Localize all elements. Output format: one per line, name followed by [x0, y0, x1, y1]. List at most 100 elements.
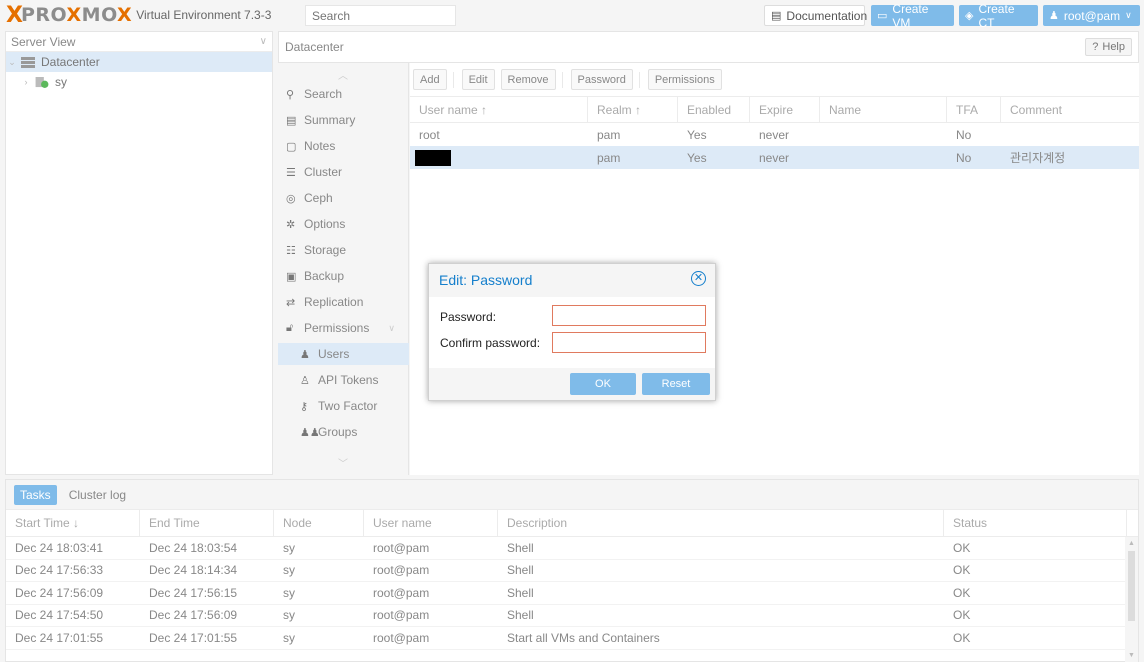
nav-item-users[interactable]: ♟ Users	[278, 343, 409, 365]
column-header-enabled[interactable]: Enabled	[678, 97, 750, 122]
confirm-password-field[interactable]	[552, 332, 706, 353]
create-ct-button[interactable]: ◈ Create CT	[959, 2, 1038, 30]
table-row[interactable]: root pam Yes never No	[410, 123, 1139, 146]
column-header-tfa[interactable]: TFA	[947, 97, 1001, 122]
toolbar-divider	[561, 71, 563, 88]
table-row[interactable]: Dec 24 17:01:55 Dec 24 17:01:55 sy root@…	[6, 627, 1138, 650]
cell-status: OK	[953, 630, 971, 645]
cell-user: root@pam	[373, 585, 430, 600]
ceph-icon: ◎	[286, 192, 296, 205]
tree-item-datacenter[interactable]: ⌄ Datacenter	[6, 52, 272, 72]
nav-label: Summary	[304, 113, 356, 127]
chevron-down-icon[interactable]: ∨	[388, 323, 395, 334]
nav-item-ceph[interactable]: ◎ Ceph	[278, 187, 409, 209]
permissions-button[interactable]: Permissions	[647, 69, 722, 90]
cell-node: sy	[283, 630, 295, 645]
tree-item-node-sy[interactable]: › sy	[6, 72, 272, 92]
nav-item-cluster[interactable]: ☰ Cluster	[278, 161, 409, 183]
cell-node: sy	[283, 563, 295, 578]
book-icon: ▤	[286, 114, 297, 127]
column-header-comment[interactable]: Comment	[1001, 97, 1139, 122]
close-icon[interactable]: ✕	[691, 271, 706, 286]
view-selector[interactable]: Server View ∨	[6, 32, 272, 52]
column-header-status[interactable]: Status	[944, 510, 1127, 536]
cube-icon: ◈	[965, 10, 974, 22]
nav-item-groups[interactable]: ♟♟ Groups	[278, 421, 409, 443]
password-button[interactable]: Password	[570, 69, 633, 90]
column-header-username[interactable]: User name ↑	[410, 97, 588, 122]
user-icon: ♟	[300, 348, 310, 361]
column-header-user-name[interactable]: User name	[364, 510, 498, 536]
remove-button[interactable]: Remove	[500, 69, 556, 90]
tasks-scrollbar[interactable]: ▲ ▼	[1125, 537, 1138, 662]
resource-tree-panel: Server View ∨ ⌄ Datacenter › sy	[5, 31, 273, 475]
column-header-realm[interactable]: Realm ↑	[588, 97, 678, 122]
cell-username	[410, 146, 588, 169]
ok-button[interactable]: OK	[570, 373, 636, 395]
table-row[interactable]: Dec 24 18:03:41 Dec 24 18:03:54 sy root@…	[6, 537, 1138, 560]
cell-comment: 관리자계정	[1010, 151, 1066, 165]
user-outline-icon: ♙	[300, 374, 310, 387]
tab-tasks[interactable]: Tasks	[14, 484, 57, 505]
column-header-node[interactable]: Node	[274, 510, 364, 536]
cell-expire: never	[759, 127, 790, 142]
cell-description: Start all VMs and Containers	[507, 630, 660, 645]
create-ct-label: Create CT	[978, 1, 1015, 30]
table-row[interactable]: Dec 24 17:56:09 Dec 24 17:56:15 sy root@…	[6, 582, 1138, 605]
table-row[interactable]: Dec 24 17:54:50 Dec 24 17:56:09 sy root@…	[6, 605, 1138, 627]
version-label: Virtual Environment 7.3-3	[136, 8, 272, 22]
cell-end-time: Dec 24 17:56:09	[149, 608, 238, 623]
nav-item-search[interactable]: ⚲ Search	[278, 83, 409, 105]
dialog-title: Edit: Password	[439, 272, 533, 288]
add-button[interactable]: Add	[413, 69, 447, 90]
cell-start-time: Dec 24 17:01:55	[15, 630, 104, 645]
server-icon: ☰	[286, 166, 296, 179]
cell-user: root@pam	[373, 563, 430, 578]
user-menu-label: root@pam	[1063, 8, 1121, 23]
expand-icon[interactable]: ›	[20, 77, 32, 87]
nav-item-permissions[interactable]: 🔓︎ Permissions ∨	[278, 317, 409, 339]
reset-button[interactable]: Reset	[642, 373, 710, 395]
column-header-name[interactable]: Name	[820, 97, 947, 122]
table-row[interactable]: Dec 24 17:56:33 Dec 24 18:14:34 sy root@…	[6, 560, 1138, 582]
nav-item-backup[interactable]: ▣ Backup	[278, 265, 409, 287]
edit-button[interactable]: Edit	[461, 69, 495, 90]
scroll-up-icon[interactable]: ▲	[1128, 540, 1135, 547]
tab-cluster-log[interactable]: Cluster log	[63, 485, 132, 505]
documentation-button[interactable]: ▤ Documentation	[764, 5, 867, 26]
scroll-down-icon[interactable]: ▼	[1128, 652, 1135, 659]
scroll-down-icon[interactable]: ﹀	[338, 455, 348, 470]
nav-item-storage[interactable]: ☷ Storage	[278, 239, 409, 261]
nav-label: Permissions	[304, 321, 370, 335]
column-header-description[interactable]: Description	[498, 510, 944, 536]
nav-item-options[interactable]: ✲ Options	[278, 213, 409, 235]
user-menu-button[interactable]: ♟ root@pam ∨	[1043, 5, 1140, 26]
chevron-down-icon: ∨	[1125, 10, 1132, 20]
password-field[interactable]	[552, 305, 706, 326]
nav-item-two-factor[interactable]: ⚷ Two Factor	[278, 395, 409, 417]
tree-item-label: Datacenter	[41, 55, 100, 69]
cell-status: OK	[953, 608, 971, 623]
sort-ascending-icon: ↑	[481, 102, 488, 117]
column-header-expire[interactable]: Expire	[750, 97, 820, 122]
cell-tfa: No	[956, 127, 972, 142]
column-header-end-time[interactable]: End Time	[140, 510, 274, 536]
table-row-selected[interactable]: pam Yes never No 관리자계정	[410, 146, 1139, 169]
nav-item-summary[interactable]: ▤ Summary	[278, 109, 409, 131]
nav-label: API Tokens	[318, 373, 379, 387]
tasks-grid-header: Start Time ↓ End Time Node User name Des…	[6, 510, 1138, 537]
nav-label: Users	[318, 347, 350, 361]
help-button[interactable]: ? Help	[1085, 38, 1132, 56]
scroll-up-icon[interactable]: ︿	[338, 67, 348, 82]
create-vm-button[interactable]: ▭ Create VM	[871, 2, 954, 30]
search-input[interactable]	[305, 5, 456, 26]
logo-x-mark: X	[6, 2, 23, 28]
desktop-icon: ▭	[877, 10, 888, 22]
column-header-start-time[interactable]: Start Time ↓	[6, 510, 140, 536]
scrollbar-thumb[interactable]	[1128, 551, 1135, 621]
nav-item-notes[interactable]: ▢ Notes	[278, 135, 409, 157]
nav-item-api-tokens[interactable]: ♙ API Tokens	[278, 369, 409, 391]
nav-item-replication[interactable]: ⇄ Replication	[278, 291, 409, 313]
nav-label: Replication	[304, 295, 364, 309]
collapse-icon[interactable]: ⌄	[6, 57, 18, 68]
